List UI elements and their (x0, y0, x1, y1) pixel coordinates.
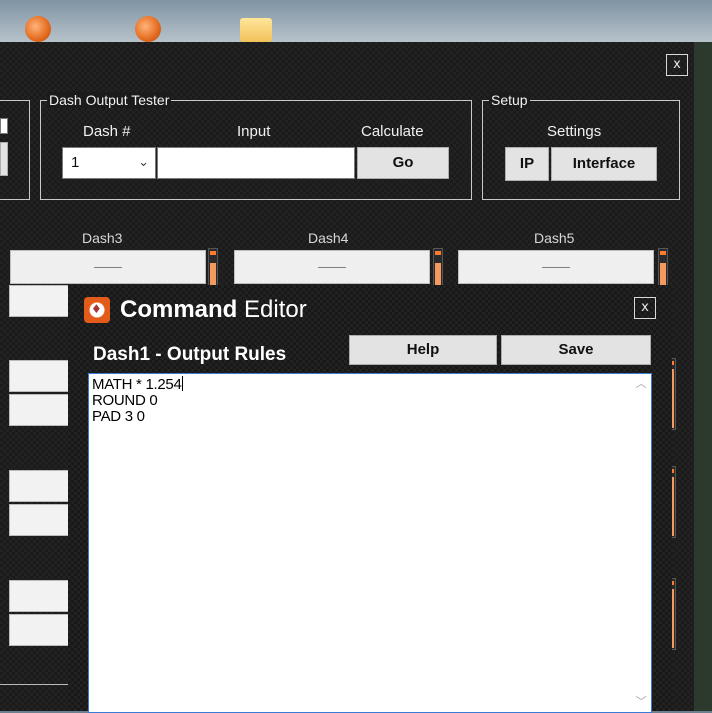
setup-title: Setup (489, 92, 530, 108)
left-divider (0, 684, 68, 685)
rules-textarea[interactable]: MATH * 1.254 ROUND 0 PAD 3 0 ︿ ﹀ (88, 373, 652, 713)
app-icon[interactable] (22, 12, 56, 42)
dash3-level-meter (208, 248, 218, 288)
command-editor-icon: ♦ (84, 297, 110, 323)
dash4-value: —— (234, 250, 430, 284)
background-window-edge (694, 42, 712, 711)
scroll-down-icon[interactable]: ﹀ (633, 694, 649, 710)
left-output-box (9, 360, 70, 392)
output-rules-title: Dash1 - Output Rules (93, 344, 287, 365)
input-label: Input (237, 123, 271, 140)
go-button[interactable]: Go (357, 147, 449, 179)
settings-label: Settings (547, 123, 602, 140)
dash-output-tester-group: Dash Output Tester Dash # Input Calculat… (40, 92, 472, 200)
dash5-level-meter (658, 248, 668, 288)
left-output-box (9, 504, 70, 536)
editor-title: Command Editor (120, 296, 307, 323)
dash-number-select[interactable]: 1 ⌄ (62, 147, 156, 179)
dash-number-label: Dash # (83, 123, 131, 140)
left-output-box (9, 470, 70, 502)
rule-line: ROUND 0 (92, 392, 158, 409)
dash4-level-meter (433, 248, 443, 288)
dash5-label: Dash5 (534, 230, 575, 246)
dash4-label: Dash4 (308, 230, 349, 246)
chevron-down-icon: ⌄ (138, 155, 149, 170)
setup-group: Setup Settings IP Interface (482, 92, 680, 200)
main-close-button[interactable]: x (666, 54, 688, 76)
editor-close-button[interactable]: x (634, 297, 656, 319)
rule-line: MATH * 1.254 (92, 376, 183, 393)
interface-button[interactable]: Interface (551, 147, 657, 181)
input-field[interactable] (157, 147, 355, 179)
left-output-box (9, 394, 70, 426)
textarea-scrollbar[interactable]: ︿ ﹀ (633, 376, 649, 710)
command-editor-window: ♦ Command Editor x Dash1 - Output Rules … (68, 285, 672, 713)
left-output-box (9, 285, 70, 317)
folder-icon[interactable] (240, 12, 274, 42)
left-output-box (9, 580, 70, 612)
dash3-label: Dash3 (82, 230, 123, 246)
left-output-box (9, 614, 70, 646)
rule-line: PAD 3 0 (92, 408, 145, 425)
calculate-label: Calculate (361, 123, 424, 140)
dash-number-value: 1 (71, 154, 80, 171)
ip-button[interactable]: IP (505, 147, 549, 181)
dash3-value: —— (10, 250, 206, 284)
left-partial-group (0, 100, 30, 200)
help-button[interactable]: Help (349, 335, 497, 365)
app-icon[interactable] (132, 12, 166, 42)
save-button[interactable]: Save (501, 335, 651, 365)
dash-output-tester-title: Dash Output Tester (47, 92, 172, 108)
dash5-value: —— (458, 250, 654, 284)
scroll-up-icon[interactable]: ︿ (633, 376, 649, 392)
